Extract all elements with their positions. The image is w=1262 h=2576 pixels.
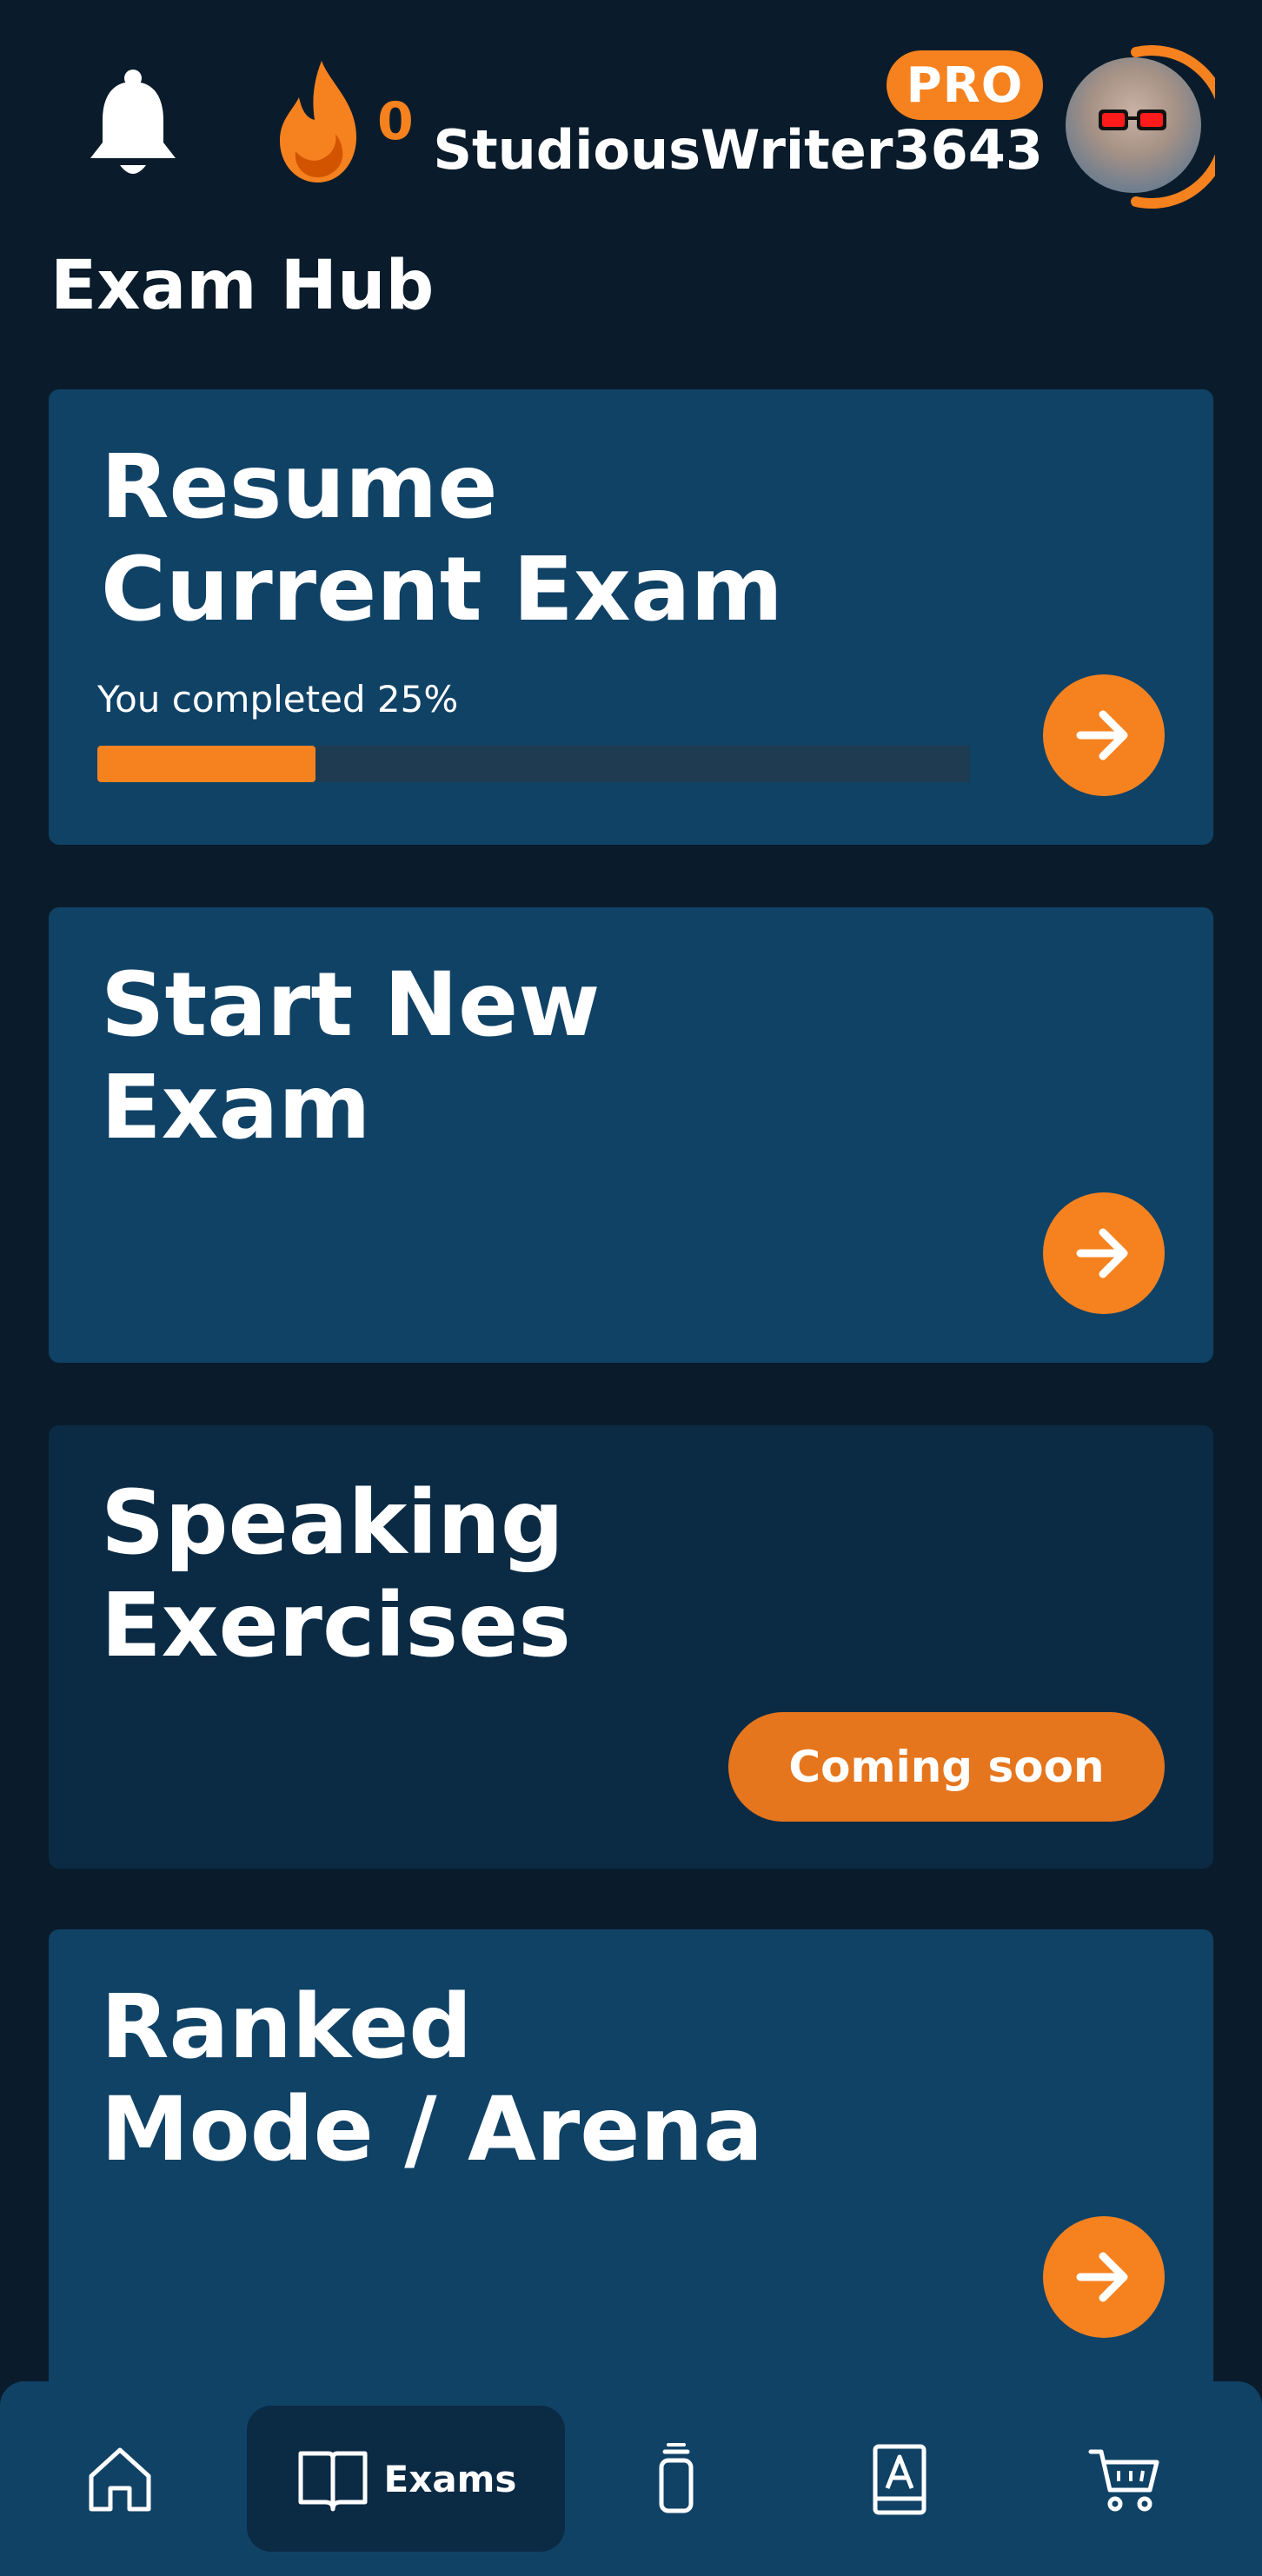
pro-badge: PRO: [887, 50, 1043, 120]
progress-bar-fill: [97, 746, 316, 782]
nav-flashcards[interactable]: [591, 2381, 761, 2576]
nav-shop[interactable]: [1039, 2381, 1210, 2576]
progress-bar: [97, 746, 970, 782]
pro-badge-label: PRO: [906, 56, 1024, 114]
speaking-exercises-title: Speaking Exercises: [101, 1471, 571, 1677]
cart-icon: [1088, 2449, 1159, 2512]
username: StudiousWriter3643: [433, 118, 1043, 182]
coming-soon-badge: Coming soon: [728, 1712, 1165, 1822]
nav-exams[interactable]: Exams: [247, 2406, 565, 2552]
arrow-right-icon: [1076, 1228, 1128, 1278]
flashcards-icon: [659, 2443, 694, 2513]
book-icon: [298, 2451, 368, 2512]
ranked-mode-title: Ranked Mode / Arena: [101, 1975, 763, 2181]
avatar-glasses: [1099, 110, 1166, 130]
vocabulary-book-icon: [873, 2444, 927, 2515]
resume-exam-button[interactable]: [1043, 674, 1165, 796]
start-exam-button[interactable]: [1043, 1192, 1165, 1314]
speaking-exercises-card: Speaking Exercises Coming soon: [49, 1425, 1213, 1869]
page-title: Exam Hub: [50, 247, 435, 325]
ranked-mode-card[interactable]: Ranked Mode / Arena: [49, 1929, 1213, 2416]
resume-exam-card[interactable]: Resume Current Exam You completed 25%: [49, 389, 1213, 845]
nav-vocabulary[interactable]: [814, 2381, 984, 2576]
start-exam-title: Start New Exam: [101, 953, 601, 1159]
nav-home[interactable]: [35, 2381, 205, 2576]
arrow-right-icon: [1076, 2252, 1128, 2302]
avatar[interactable]: [1066, 57, 1201, 193]
resume-exam-title: Resume Current Exam: [101, 435, 783, 641]
home-icon: [89, 2447, 151, 2512]
nav-exams-label: Exams: [383, 2457, 517, 2500]
ranked-mode-button[interactable]: [1043, 2216, 1165, 2338]
arrow-right-icon: [1076, 710, 1128, 760]
progress-label: You completed 25%: [97, 678, 459, 720]
bottom-navigation: Exams: [0, 2381, 1262, 2576]
start-exam-card[interactable]: Start New Exam: [49, 907, 1213, 1363]
